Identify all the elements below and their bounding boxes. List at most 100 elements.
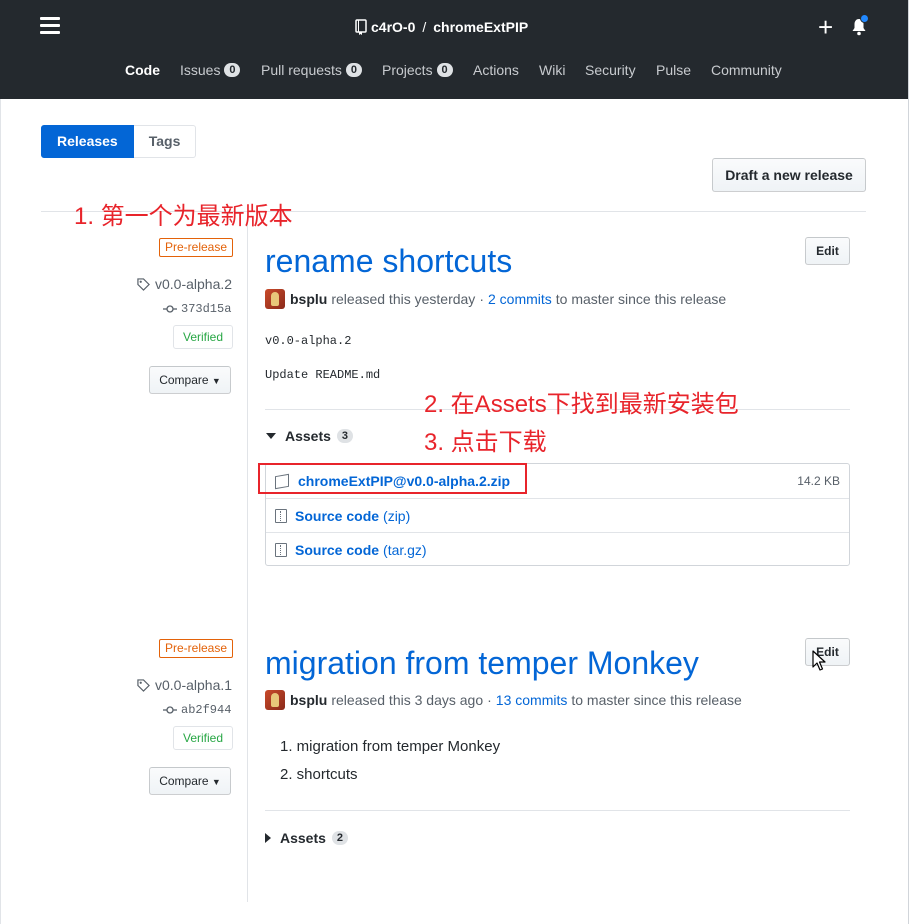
draft-new-release-button[interactable]: Draft a new release xyxy=(712,158,866,192)
annotation-highlight-box xyxy=(258,463,527,494)
release-title-link[interactable]: rename shortcuts xyxy=(265,243,512,279)
release-meta: bsplu released this yesterday · 2 commit… xyxy=(265,289,726,309)
commit-sha: ab2f944 xyxy=(181,703,232,717)
compare-button[interactable]: Compare ▼ xyxy=(149,767,231,795)
tab-issues[interactable]: Issues 0 xyxy=(180,62,241,78)
tab-pulse[interactable]: Pulse xyxy=(656,62,691,78)
asset-row: Source code (zip) xyxy=(266,498,849,532)
commit-icon xyxy=(163,706,177,714)
release-notes-item: 1. migration from temper Monkey xyxy=(280,738,501,755)
releases-tags-switch: Releases Tags xyxy=(41,125,197,158)
source-zip-link[interactable]: Source code xyxy=(295,508,379,524)
annotation-step-3: 3. 点击下载 xyxy=(424,429,547,456)
issues-count: 0 xyxy=(224,63,241,77)
commits-link[interactable]: 13 commits xyxy=(496,692,568,708)
tab-security[interactable]: Security xyxy=(585,62,636,78)
release-time-text: released this 3 days ago xyxy=(331,692,484,708)
avatar[interactable] xyxy=(265,289,285,309)
asset-size: 14.2 KB xyxy=(797,474,840,488)
releases-tab[interactable]: Releases xyxy=(41,125,134,158)
release-title-link[interactable]: migration from temper Monkey xyxy=(265,645,699,681)
tab-pull-requests[interactable]: Pull requests 0 xyxy=(261,62,362,78)
commit-icon xyxy=(163,305,177,313)
verified-badge[interactable]: Verified xyxy=(173,726,234,750)
asset-extension: (zip) xyxy=(383,507,411,524)
release-notes-item: 2. shortcuts xyxy=(280,766,358,783)
tag-icon xyxy=(137,678,150,692)
tab-label: Code xyxy=(125,62,160,78)
tab-community[interactable]: Community xyxy=(711,62,782,78)
tab-label: Projects xyxy=(382,62,433,78)
tab-label: Actions xyxy=(473,62,519,78)
release-notes-line: Update README.md xyxy=(265,368,381,382)
annotation-step-1: 1. 第一个为最新版本 xyxy=(74,203,293,230)
top-header: c4rO-0 / chromeExtPIP + Code Issues 0 Pul… xyxy=(0,0,908,99)
repo-name-link[interactable]: chromeExtPIP xyxy=(433,19,528,35)
author-link[interactable]: bsplu xyxy=(290,692,327,708)
prerelease-badge: Pre-release xyxy=(159,639,234,658)
assets-count: 3 xyxy=(336,429,353,443)
notification-dot xyxy=(860,14,869,23)
page-left-border xyxy=(0,99,1,924)
plus-icon[interactable]: + xyxy=(818,14,833,40)
divider xyxy=(265,810,850,811)
since-text: to master since this release xyxy=(571,692,742,708)
commit-sha: 373d15a xyxy=(181,302,232,316)
source-targz-link[interactable]: Source code xyxy=(295,542,379,558)
tag-name: v0.0-alpha.1 xyxy=(155,677,233,693)
caret-down-icon xyxy=(266,433,276,439)
file-zip-icon xyxy=(275,542,287,557)
compare-button[interactable]: Compare ▼ xyxy=(149,366,231,394)
separator-dot: · xyxy=(479,291,484,307)
menu-icon[interactable] xyxy=(40,17,60,35)
compare-label: Compare xyxy=(159,373,209,387)
verified-badge[interactable]: Verified xyxy=(173,325,234,349)
release-tag-link[interactable]: v0.0-alpha.2 xyxy=(137,276,232,292)
mouse-cursor-icon xyxy=(812,650,826,671)
commits-link[interactable]: 2 commits xyxy=(488,291,552,307)
assets-count: 2 xyxy=(331,831,348,845)
compare-label: Compare xyxy=(159,774,209,788)
tag-name: v0.0-alpha.2 xyxy=(155,276,233,292)
pull-requests-count: 0 xyxy=(345,63,362,77)
tab-code[interactable]: Code xyxy=(125,62,160,78)
repo-icon xyxy=(355,19,367,35)
dropdown-caret-icon: ▼ xyxy=(211,777,221,787)
separator-dot: · xyxy=(487,692,492,708)
tags-tab[interactable]: Tags xyxy=(133,125,197,158)
repo-owner-link[interactable]: c4rO-0 xyxy=(371,19,415,35)
edit-release-button[interactable]: Edit xyxy=(805,237,850,265)
asset-row: Source code (tar.gz) xyxy=(266,532,849,566)
tab-actions[interactable]: Actions xyxy=(473,62,519,78)
author-link[interactable]: bsplu xyxy=(290,291,327,307)
prerelease-badge: Pre-release xyxy=(159,238,234,257)
scrollbar[interactable] xyxy=(908,0,912,924)
tab-label: Wiki xyxy=(539,62,566,78)
repo-separator: / xyxy=(422,19,427,35)
commit-link[interactable]: 373d15a xyxy=(163,302,231,316)
tab-label: Security xyxy=(585,62,636,78)
asset-extension: (tar.gz) xyxy=(383,541,427,558)
tab-label: Pulse xyxy=(656,62,692,78)
projects-count: 0 xyxy=(436,63,453,77)
release-meta: bsplu released this 3 days ago · 13 comm… xyxy=(265,690,742,710)
commit-link[interactable]: ab2f944 xyxy=(163,703,231,717)
avatar[interactable] xyxy=(265,690,285,710)
release-tag-link[interactable]: v0.0-alpha.1 xyxy=(137,677,232,693)
file-zip-icon xyxy=(275,508,287,523)
tab-projects[interactable]: Projects 0 xyxy=(382,62,453,78)
tab-wiki[interactable]: Wiki xyxy=(539,62,565,78)
dropdown-caret-icon: ▼ xyxy=(211,376,221,386)
release-notes-line: v0.0-alpha.2 xyxy=(265,334,352,348)
assets-toggle[interactable]: Assets 2 xyxy=(265,830,348,846)
caret-right-icon xyxy=(265,833,271,843)
tab-label: Issues xyxy=(180,62,221,78)
assets-label: Assets xyxy=(285,428,331,444)
assets-label: Assets xyxy=(280,830,326,846)
assets-toggle[interactable]: Assets 3 xyxy=(266,428,353,444)
tab-label: Community xyxy=(711,62,782,78)
release-time-text: released this yesterday xyxy=(331,291,476,307)
tab-label: Pull requests xyxy=(261,62,342,78)
tag-icon xyxy=(137,277,150,291)
repo-nav: Code Issues 0 Pull requests 0 Projects 0 Ac… xyxy=(0,62,908,84)
